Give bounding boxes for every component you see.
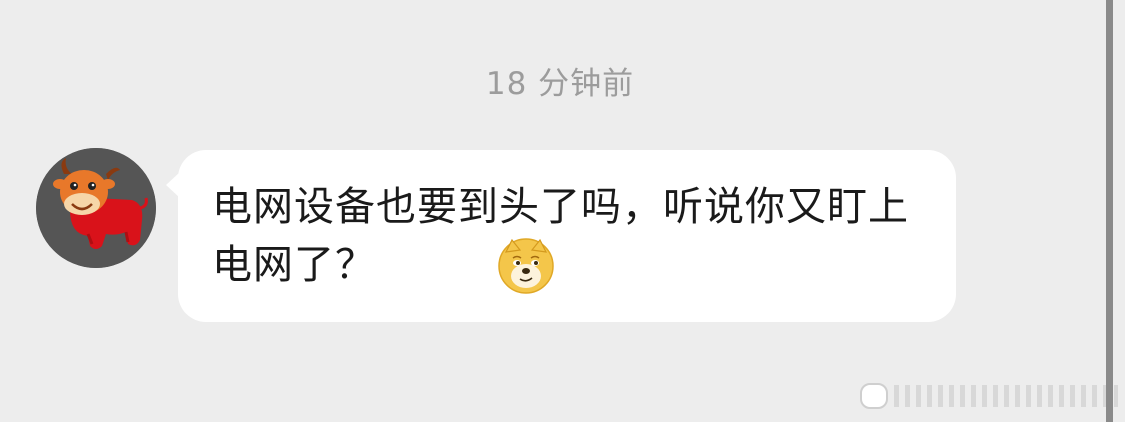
watermark-logo <box>860 383 888 409</box>
ox-cartoon-icon <box>36 148 156 268</box>
doge-icon <box>498 238 554 294</box>
message-text: 电网设备也要到头了吗，听说你又盯上电网了？ <box>212 184 909 288</box>
watermark-text <box>894 385 1118 407</box>
watermark <box>860 382 1118 410</box>
avatar[interactable] <box>36 148 156 268</box>
message-bubble[interactable]: 电网设备也要到头了吗，听说你又盯上电网了？ <box>166 150 956 322</box>
bubble-tail <box>166 172 180 198</box>
scrollbar[interactable] <box>1106 0 1113 422</box>
message-timestamp: 18 分钟前 <box>485 66 635 102</box>
